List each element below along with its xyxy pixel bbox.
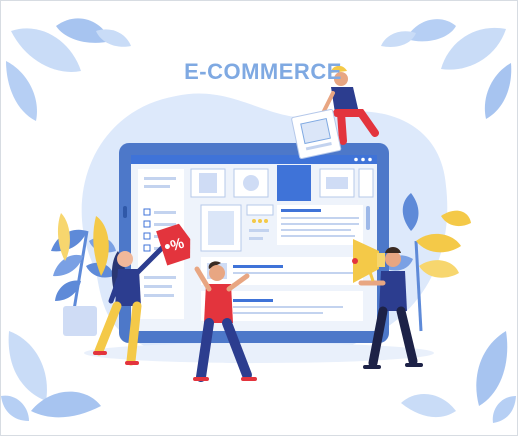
page-title: E-COMMERCE [184,59,342,84]
product-card-icon [291,108,342,160]
selected-product-card [277,165,311,201]
illustration-frame: % E-COMMERCE [0,0,518,436]
leaf-decoration-bottom-right [401,331,516,423]
leaf-decoration-top-left [6,18,131,121]
leaf-decoration-top-right [381,19,512,119]
plant-left [51,213,116,336]
screen-topbar [131,155,377,164]
leaf-decoration-bottom-left [1,331,101,421]
